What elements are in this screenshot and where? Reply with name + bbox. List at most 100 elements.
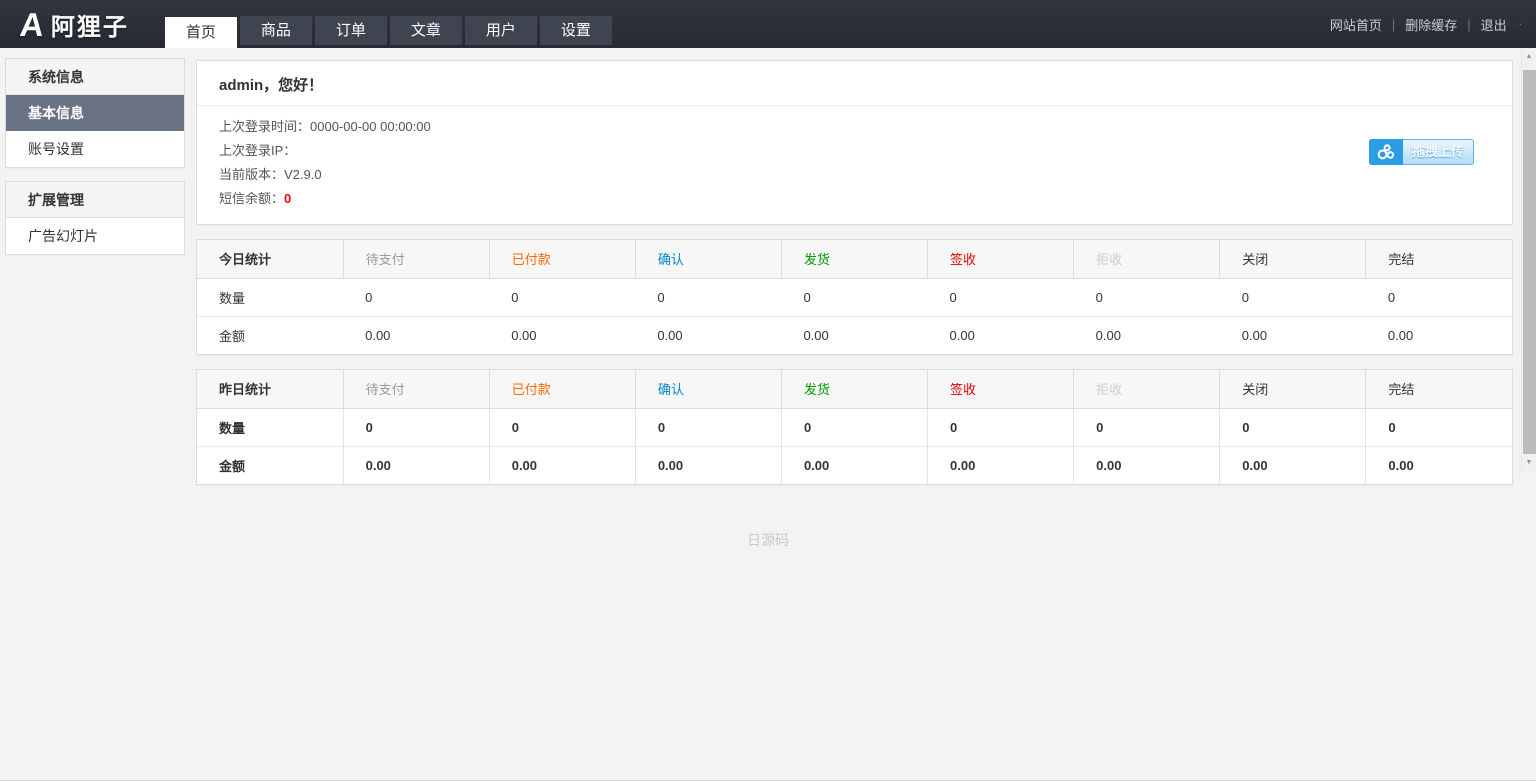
stats-table-body: 数量00000000金额0.000.000.000.000.000.000.00… (197, 278, 1512, 354)
logo[interactable]: A 阿狸子 (20, 0, 129, 48)
sidebar-group-header: 扩展管理 (6, 182, 184, 218)
cell-value: 0 (928, 278, 1074, 316)
sidebar-item-广告幻灯片[interactable]: 广告幻灯片 (6, 218, 184, 254)
column-header-发货: 发货 (781, 370, 927, 408)
cell-value: 0.00 (1366, 446, 1512, 484)
column-header-拒收: 拒收 (1074, 370, 1220, 408)
nav-link-1[interactable]: 网站首页 (1320, 15, 1392, 34)
stats-table-body: 数量00000000金额0.000.000.000.000.000.000.00… (197, 408, 1512, 484)
top-navbar: A 阿狸子 首页商品订单文章用户设置 网站首页|删除缓存|退出· (0, 0, 1536, 48)
column-header-完结: 完结 (1366, 240, 1512, 278)
column-header-发货: 发货 (781, 240, 927, 278)
info-line: 短信余额：0 (219, 187, 1490, 211)
column-header-关闭: 关闭 (1220, 370, 1366, 408)
nav-links: 网站首页|删除缓存|退出· (1320, 0, 1522, 48)
cell-value: 0 (1220, 408, 1366, 446)
cell-value: 0.00 (781, 316, 927, 354)
column-header-已付款: 已付款 (489, 240, 635, 278)
cell-value: 0.00 (343, 316, 489, 354)
sidebar-item-账号设置[interactable]: 账号设置 (6, 131, 184, 167)
row-label: 数量 (197, 278, 343, 316)
sidebar-group-header: 系统信息 (6, 59, 184, 95)
cell-value: 0 (781, 278, 927, 316)
cell-value: 0.00 (781, 446, 927, 484)
sidebar-item-基本信息[interactable]: 基本信息 (6, 95, 184, 131)
vertical-scrollbar[interactable]: ▲ ▼ (1521, 48, 1536, 472)
cell-value: 0 (928, 408, 1074, 446)
drag-upload-button[interactable]: 拖拽上传 (1369, 139, 1474, 165)
info-label: 当前版本： (219, 167, 284, 182)
info-value: V2.9.0 (284, 167, 322, 182)
column-header-确认: 确认 (635, 240, 781, 278)
cell-value: 0.00 (928, 446, 1074, 484)
cell-value: 0.00 (1220, 446, 1366, 484)
cell-value: 0 (343, 278, 489, 316)
tab-用户[interactable]: 用户 (465, 16, 537, 45)
info-label: 短信余额： (219, 191, 284, 206)
tab-首页[interactable]: 首页 (165, 17, 237, 48)
cell-value: 0.00 (343, 446, 489, 484)
logo-text: 阿狸子 (51, 7, 129, 42)
sidebar-group: 系统信息基本信息账号设置 (5, 58, 185, 168)
info-line: 上次登录时间：0000-00-00 00:00:00 (219, 115, 1490, 139)
cell-value: 0.00 (489, 446, 635, 484)
cell-value: 0 (1074, 408, 1220, 446)
logout-caret-icon: · (1519, 19, 1522, 30)
row-label: 数量 (197, 408, 343, 446)
info-label: 上次登录IP： (219, 143, 296, 158)
cell-value: 0 (489, 408, 635, 446)
nav-link-3[interactable]: 退出 (1471, 15, 1517, 34)
tab-文章[interactable]: 文章 (390, 16, 462, 45)
cell-value: 0 (489, 278, 635, 316)
tables-area: 今日统计待支付已付款确认发货签收拒收关闭完结数量00000000金额0.000.… (196, 239, 1513, 485)
cell-value: 0 (1220, 278, 1366, 316)
upload-label: 拖拽上传 (1403, 139, 1474, 165)
cell-value: 0 (635, 408, 781, 446)
cell-value: 0 (1366, 278, 1512, 316)
info-line: 当前版本：V2.9.0 (219, 163, 1490, 187)
table-title: 今日统计 (197, 240, 343, 278)
logo-a-icon: A (19, 8, 46, 41)
column-header-签收: 签收 (928, 370, 1074, 408)
cell-value: 0 (781, 408, 927, 446)
sidebar-group: 扩展管理广告幻灯片 (5, 181, 185, 255)
nav-link-2[interactable]: 删除缓存 (1395, 15, 1467, 34)
cell-value: 0.00 (1074, 316, 1220, 354)
cell-value: 0.00 (1074, 446, 1220, 484)
stats-table-head: 今日统计待支付已付款确认发货签收拒收关闭完结 (197, 240, 1512, 278)
tab-设置[interactable]: 设置 (540, 16, 612, 45)
column-header-已付款: 已付款 (489, 370, 635, 408)
column-header-确认: 确认 (635, 370, 781, 408)
cell-value: 0.00 (1366, 316, 1512, 354)
stats-table: 今日统计待支付已付款确认发货签收拒收关闭完结数量00000000金额0.000.… (197, 240, 1512, 354)
welcome-panel: admin，您好！ 上次登录时间：0000-00-00 00:00:00上次登录… (196, 60, 1513, 225)
info-label: 上次登录时间： (219, 119, 310, 134)
column-header-完结: 完结 (1366, 370, 1512, 408)
table-title: 昨日统计 (197, 370, 343, 408)
tab-订单[interactable]: 订单 (315, 16, 387, 45)
cell-value: 0 (343, 408, 489, 446)
cell-value: 0 (635, 278, 781, 316)
scroll-up-icon[interactable]: ▲ (1522, 50, 1536, 64)
cell-value: 0.00 (1220, 316, 1366, 354)
scrollbar-thumb[interactable] (1523, 70, 1536, 454)
column-header-签收: 签收 (928, 240, 1074, 278)
stats-table-head: 昨日统计待支付已付款确认发货签收拒收关闭完结 (197, 370, 1512, 408)
footer-watermark: 日源码 (0, 530, 1536, 550)
nav-tabs: 首页商品订单文章用户设置 (165, 0, 615, 48)
table-row-数量: 数量00000000 (197, 408, 1512, 446)
info-value: 0 (284, 191, 291, 206)
column-header-待支付: 待支付 (343, 370, 489, 408)
scroll-down-icon[interactable]: ▼ (1522, 456, 1536, 470)
row-label: 金额 (197, 446, 343, 484)
stats-panel-今日统计: 今日统计待支付已付款确认发货签收拒收关闭完结数量00000000金额0.000.… (196, 239, 1513, 355)
tab-商品[interactable]: 商品 (240, 16, 312, 45)
info-value: 0000-00-00 00:00:00 (310, 119, 431, 134)
table-row-金额: 金额0.000.000.000.000.000.000.000.00 (197, 446, 1512, 484)
row-label: 金额 (197, 316, 343, 354)
table-row-数量: 数量00000000 (197, 278, 1512, 316)
cell-value: 0 (1074, 278, 1220, 316)
cell-value: 0.00 (635, 446, 781, 484)
header-row: 昨日统计待支付已付款确认发货签收拒收关闭完结 (197, 370, 1512, 408)
welcome-info: 上次登录时间：0000-00-00 00:00:00 上次登录IP： 当前版本：V2… (197, 106, 1512, 224)
